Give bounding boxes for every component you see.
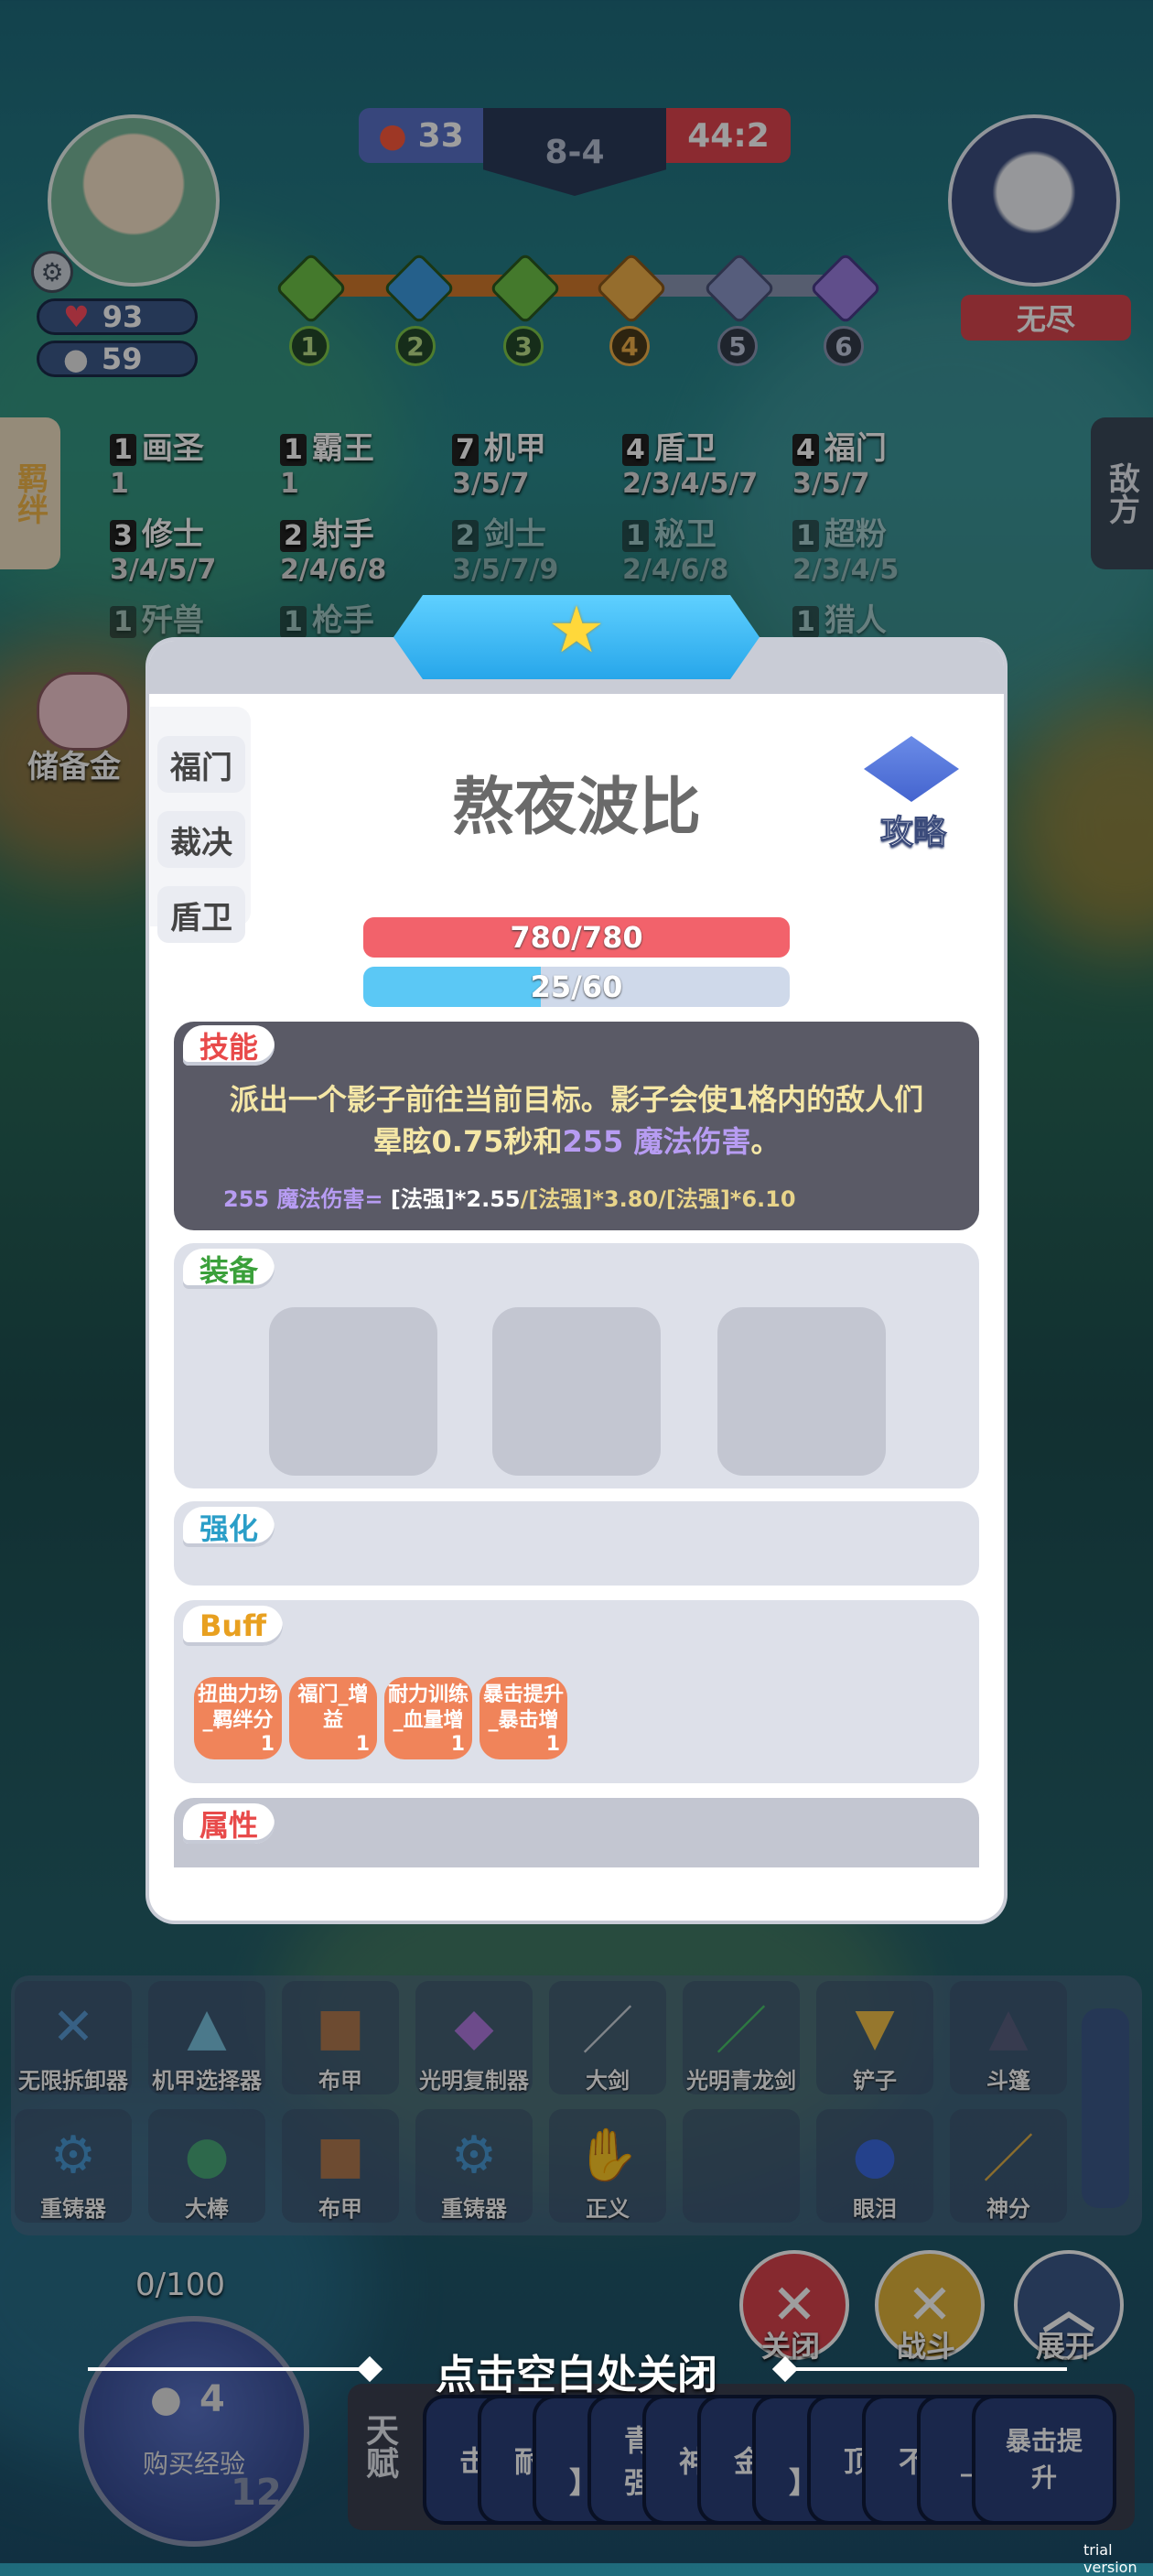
buff-name-2: _血量增 [393,1709,464,1732]
close-hint-line-left [88,2367,372,2371]
buff-count: 1 [450,1733,465,1756]
star-icon: ★ [547,592,606,667]
attributes-panel [174,1798,979,1867]
close-hint-line-right [783,2367,1067,2371]
buff-tag: Buff [183,1606,284,1646]
close-hint: 点击空白处关闭 [436,2352,717,2398]
buff-chip[interactable]: 扭曲力场 _羁绊分 1 [194,1677,282,1759]
buff-name-1: 暴击提升 [482,1683,564,1706]
strategy-label: 攻略 [879,814,946,852]
enhance-tag: 强化 [183,1507,275,1547]
skill-desc-line-1: 派出一个影子前往当前目标。影子会使1格内的敌人们 [229,1082,924,1117]
enhance-panel [174,1501,979,1586]
hero-trait-chip[interactable]: 裁决 [157,811,245,868]
strategy-button[interactable]: 攻略 [857,732,970,852]
skill-tag: 技能 [183,1025,275,1066]
buff-name-1: 福门_增 [297,1683,369,1706]
buff-name-1: 扭曲力场 [197,1683,278,1706]
formula-label: 255 魔法伤害= [223,1186,383,1212]
buff-count: 1 [260,1733,275,1756]
magic-damage-value: 255 魔法伤害 [562,1124,751,1159]
buff-chip[interactable]: 暴击提升 _暴击增 1 [480,1677,567,1759]
mana-bar: 25/60 [363,967,790,1007]
skill-desc-text: 晕眩0.75秒和 [372,1124,563,1159]
hero-trait-chip[interactable]: 福门 [157,736,245,793]
equipment-slot[interactable] [269,1307,437,1476]
skill-description: 派出一个影子前往当前目标。影子会使1格内的敌人们 晕眩0.75秒和255 魔法伤… [183,1078,970,1163]
hp-bar: 780/780 [363,917,790,958]
equipment-tag: 装备 [183,1249,275,1289]
buff-name-2: _羁绊分 [202,1709,274,1732]
skill-formula: 255 魔法伤害= [法强]*2.55/[法强]*3.80/[法强]*6.10 [223,1181,796,1213]
buff-count: 1 [545,1733,560,1756]
skill-desc-line-2: 晕眩0.75秒和255 魔法伤害。 [183,1120,970,1163]
mana-text: 25/60 [530,969,623,1004]
attributes-tag: 属性 [183,1803,275,1844]
equipment-slot[interactable] [492,1307,661,1476]
skill-desc-end: 。 [750,1124,781,1159]
hero-name: 熬夜波比 [451,772,701,844]
hp-text: 780/780 [510,920,643,955]
equipment-slot[interactable] [717,1307,886,1476]
formula-other: /[法强]*3.80/[法强]*6.10 [520,1186,796,1212]
formula-active: [法强]*2.55 [383,1186,521,1212]
buff-name-2: _暴击增 [488,1709,559,1732]
buff-name-2: 益 [322,1709,343,1732]
buff-chip[interactable]: 耐力训练 _血量增 1 [384,1677,472,1759]
buff-chip[interactable]: 福门_增益 1 [289,1677,377,1759]
buff-name-1: 耐力训练 [387,1683,469,1706]
watermark: trial version [1083,2541,1137,2576]
hero-trait-chip[interactable]: 盾卫 [157,886,245,943]
buff-count: 1 [355,1733,370,1756]
